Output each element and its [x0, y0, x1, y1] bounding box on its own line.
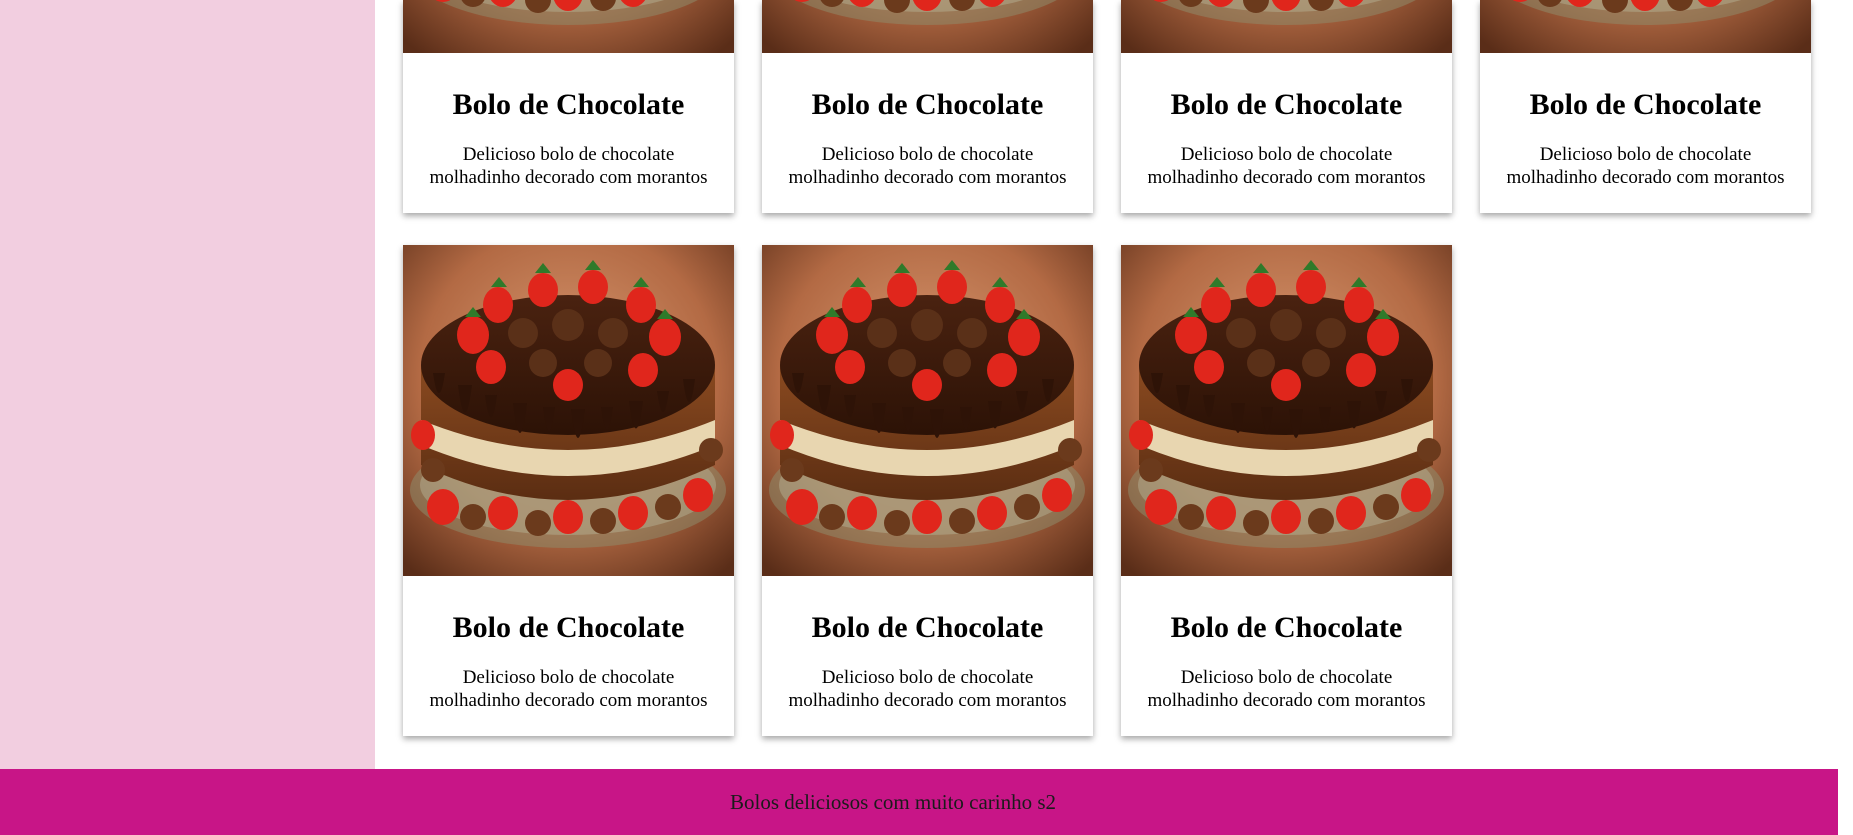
cake-card-description: Delicioso bolo de chocolate molhadinho de…	[429, 667, 708, 711]
footer-text: Bolos deliciosos com muito carinho s2	[730, 790, 1057, 814]
cake-image	[762, 245, 1093, 576]
cake-card-description: Delicioso bolo de chocolate molhadinho de…	[788, 144, 1067, 188]
cake-card[interactable]: Bolo de Chocolate Delicioso bolo de choc…	[403, 0, 734, 213]
cake-card-description: Delicioso bolo de chocolate molhadinho de…	[788, 667, 1067, 711]
cake-image	[1121, 245, 1452, 576]
cake-card-title: Bolo de Chocolate	[1170, 611, 1403, 644]
cake-card-title: Bolo de Chocolate	[811, 611, 1044, 644]
cake-card-title: Bolo de Chocolate	[452, 611, 685, 644]
cake-card[interactable]: Bolo de Chocolate Delicioso bolo de choc…	[762, 0, 1093, 213]
vertical-scrollbar[interactable]	[1838, 0, 1853, 835]
cake-card-title: Bolo de Chocolate	[1529, 88, 1762, 121]
cake-card-description: Delicioso bolo de chocolate molhadinho de…	[429, 144, 708, 188]
cake-card[interactable]: Bolo de Chocolate Delicioso bolo de choc…	[1121, 245, 1452, 736]
cake-image	[1480, 0, 1811, 53]
footer: Bolos deliciosos com muito carinho s2	[0, 769, 1838, 835]
cake-image	[762, 0, 1093, 53]
cake-card-title: Bolo de Chocolate	[1170, 88, 1403, 121]
cake-card-title: Bolo de Chocolate	[811, 88, 1044, 121]
cake-image	[1121, 0, 1452, 53]
cake-card-title: Bolo de Chocolate	[452, 88, 685, 121]
cake-card[interactable]: Bolo de Chocolate Delicioso bolo de choc…	[762, 245, 1093, 736]
cake-card-description: Delicioso bolo de chocolate molhadinho de…	[1147, 144, 1426, 188]
cake-image	[403, 0, 734, 53]
cake-card[interactable]: Bolo de Chocolate Delicioso bolo de choc…	[1480, 0, 1811, 213]
cake-image	[403, 245, 734, 576]
sidebar	[0, 0, 375, 769]
cake-card-description: Delicioso bolo de chocolate molhadinho de…	[1147, 667, 1426, 711]
cake-card-description: Delicioso bolo de chocolate molhadinho de…	[1506, 144, 1785, 188]
cake-gallery: Bolo de Chocolate Delicioso bolo de choc…	[375, 0, 1838, 769]
cake-card[interactable]: Bolo de Chocolate Delicioso bolo de choc…	[403, 245, 734, 736]
cake-card[interactable]: Bolo de Chocolate Delicioso bolo de choc…	[1121, 0, 1452, 213]
page: Bolo de Chocolate Delicioso bolo de choc…	[0, 0, 1853, 835]
